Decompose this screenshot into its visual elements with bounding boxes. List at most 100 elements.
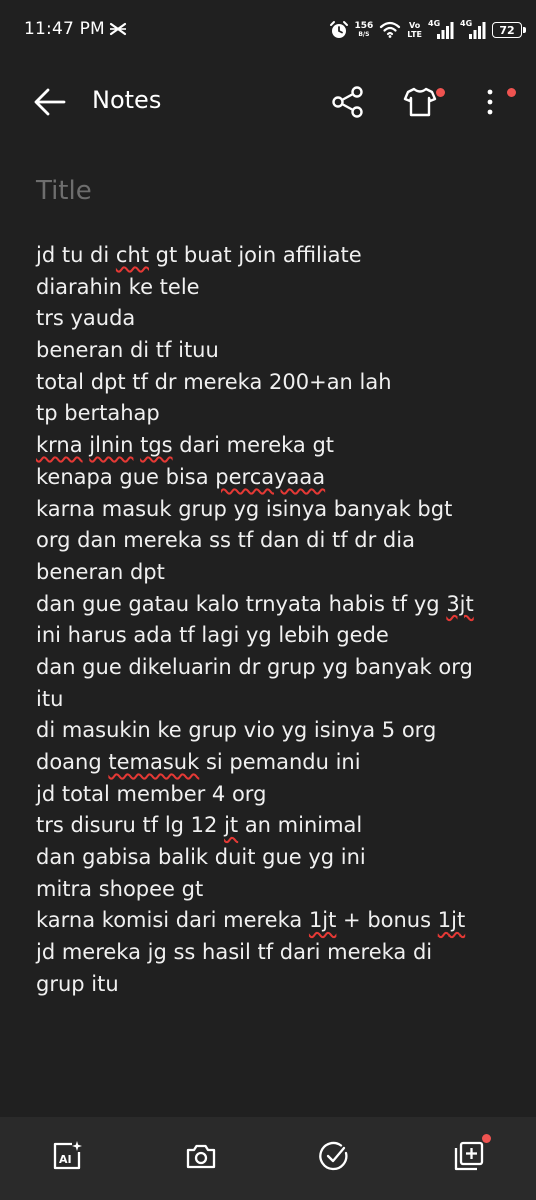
note-line: grup itu	[36, 969, 516, 1001]
note-text: itu	[36, 686, 64, 711]
misspelled-word: cht	[115, 243, 149, 267]
volte-indicator: Vo LTE	[407, 21, 422, 39]
note-line: karna masuk grup yg isinya banyak bgt	[36, 494, 516, 526]
note-text: ini harus ada tf lagi yg lebih gede	[36, 623, 389, 648]
note-line: dan gue dikeluarin dr grup yg banyak org	[36, 652, 516, 684]
theme-button[interactable]	[400, 82, 445, 122]
note-text: tp bertahap	[36, 401, 160, 426]
volte-top: Vo	[409, 21, 421, 30]
note-text: jd total member 4 org	[36, 781, 267, 806]
note-line: mitra shopee gt	[36, 874, 516, 906]
note-text: trs disuru tf lg 12	[36, 813, 225, 838]
tshirt-icon	[403, 87, 437, 117]
notification-dot	[436, 88, 445, 97]
note-line: diarahin ke tele	[36, 272, 516, 304]
misspelled-word: krna	[36, 433, 83, 458]
note-text: beneran dpt	[36, 559, 165, 584]
note-line: itu	[36, 684, 516, 716]
camera-icon[interactable]	[184, 1139, 218, 1173]
note-line: krna jlnin tgs dari mereka gt	[36, 430, 516, 462]
notification-dot	[507, 88, 516, 97]
sim1-network-type: 4G	[428, 19, 441, 28]
note-line: di masukin ke grup vio yg isinya 5 org	[36, 715, 516, 747]
misspelled-word: jlnin	[89, 433, 134, 458]
note-text: beneran di tf ituu	[36, 338, 219, 363]
status-time: 11:47 PM	[24, 19, 105, 39]
note-text: si pemandu ini	[199, 750, 361, 774]
arrow-left-icon[interactable]	[30, 84, 70, 120]
ai-assist-icon[interactable]: AI	[50, 1139, 84, 1173]
note-text: dari mereka gt	[172, 433, 335, 458]
note-text: doang	[36, 750, 109, 774]
note-line: dan gue gatau kalo trnyata habis tf yg 3…	[36, 589, 516, 621]
note-title-input[interactable]: Title	[36, 176, 92, 206]
bottom-toolbar: AI	[0, 1117, 536, 1200]
notification-dot	[482, 1134, 491, 1143]
alarm-icon	[329, 21, 348, 38]
note-text: gt buat join affiliate	[149, 243, 362, 267]
note-line: tp bertahap	[36, 398, 516, 430]
misspelled-word: tgs	[140, 433, 173, 458]
sim2-network-type: 4G	[460, 19, 473, 28]
note-text: total dpt tf dr mereka 200+an lah	[36, 369, 392, 394]
battery-level: 72	[499, 23, 515, 37]
note-line: doang temasuk si pemandu ini	[36, 747, 516, 779]
sim1-signal: 4G	[428, 19, 454, 41]
ai-icon-text: AI	[59, 1153, 72, 1166]
note-line: jd mereka jg ss hasil tf dari mereka di	[36, 937, 516, 969]
note-text: jd tu di	[36, 243, 116, 267]
status-bar: 11:47 PM 156 B/S Vo LTE 4G 4G 72	[0, 0, 536, 60]
note-line: karna komisi dari mereka 1jt + bonus 1jt	[36, 905, 516, 937]
note-line: jd tu di cht gt buat join affiliate	[36, 240, 516, 272]
note-line: dan gabisa balik duit gue yg ini	[36, 842, 516, 874]
note-body-editor[interactable]: jd tu di cht gt buat join affiliate diara…	[36, 240, 516, 1001]
sim2-signal: 4G	[460, 19, 486, 41]
share-icon[interactable]	[330, 84, 366, 120]
note-text: dan gabisa balik duit gue yg ini	[36, 845, 366, 870]
note-text: + bonus	[336, 908, 438, 933]
note-text: an minimal	[238, 813, 363, 838]
note-text: di masukin ke grup vio yg isinya 5 org	[36, 718, 437, 743]
note-text: kenapa gue bisa	[36, 464, 216, 489]
note-line: org dan mereka ss tf dan di tf dr dia	[36, 525, 516, 557]
misspelled-word: jt	[224, 813, 239, 838]
add-note-icon	[454, 1141, 484, 1171]
note-text: grup itu	[36, 971, 119, 996]
more-vertical-icon	[487, 89, 493, 115]
battery-indicator: 72	[492, 22, 526, 38]
note-line: beneran di tf ituu	[36, 335, 516, 367]
page-title: Notes	[92, 86, 162, 114]
note-text: mitra shopee gt	[36, 876, 204, 901]
add-note-button[interactable]	[452, 1134, 492, 1177]
more-options-button[interactable]	[478, 84, 516, 120]
note-text: dan gue dikeluarin dr grup yg banyak org	[36, 654, 473, 679]
status-indicators: 156 B/S Vo LTE 4G 4G 72	[329, 16, 526, 44]
check-circle-icon[interactable]	[317, 1139, 351, 1173]
network-speed-value: 156	[354, 20, 374, 31]
app-bar: Notes	[0, 70, 536, 134]
misspelled-word: 3jt	[446, 591, 474, 616]
note-line: kenapa gue bisa percayaaa	[36, 462, 516, 494]
note-line: ini harus ada tf lagi yg lebih gede	[36, 620, 516, 652]
network-speed: 156 B/S	[354, 20, 374, 39]
note-line: total dpt tf dr mereka 200+an lah	[36, 367, 516, 399]
misspelled-word: percayaaa	[215, 464, 326, 489]
note-line: beneran dpt	[36, 557, 516, 589]
note-text: org dan mereka ss tf dan di tf dr dia	[36, 528, 415, 553]
network-speed-unit: B/S	[358, 30, 370, 38]
misspelled-word: temasuk	[108, 750, 200, 774]
capcut-icon	[109, 22, 127, 36]
misspelled-word: 1jt	[437, 908, 466, 933]
wifi-icon	[380, 21, 401, 38]
note-text: karna masuk grup yg isinya banyak bgt	[36, 496, 453, 521]
misspelled-word: 1jt	[308, 908, 337, 933]
note-line: jd total member 4 org	[36, 779, 516, 811]
volte-bottom: LTE	[407, 30, 422, 39]
note-text: karna komisi dari mereka	[36, 908, 309, 933]
note-text: diarahin ke tele	[36, 274, 200, 299]
note-line: trs yauda	[36, 303, 516, 335]
note-line: trs disuru tf lg 12 jt an minimal	[36, 810, 516, 842]
note-text: trs yauda	[36, 306, 136, 331]
note-text: dan gue gatau kalo trnyata habis tf yg	[36, 591, 447, 616]
note-text: jd mereka jg ss hasil tf dari mereka di	[36, 940, 433, 965]
